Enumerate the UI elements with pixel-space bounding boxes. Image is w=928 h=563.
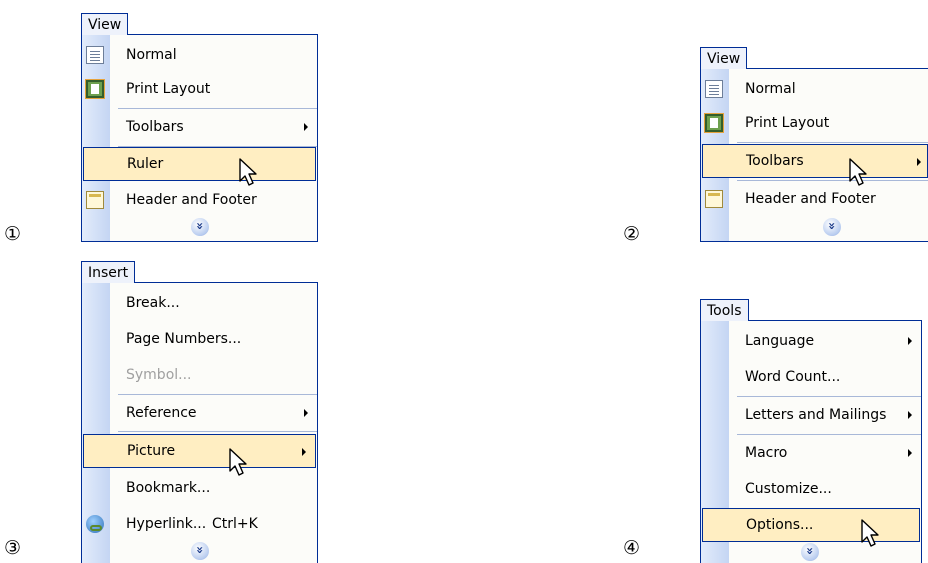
menu-separator — [118, 431, 317, 432]
menu-item-bookmark[interactable]: Bookmark... — [82, 471, 317, 505]
normal-view-icon — [705, 80, 723, 98]
expand-menu-chevron-icon[interactable] — [190, 542, 209, 560]
menu-separator — [118, 394, 317, 395]
menu-item-print-layout[interactable]: Print Layout — [701, 106, 928, 140]
expand-menu-chevron-icon[interactable] — [801, 543, 819, 561]
menu-item-normal[interactable]: Normal — [82, 38, 317, 72]
menu-item-normal[interactable]: Normal — [701, 72, 928, 106]
menu-item-label: Print Layout — [745, 115, 830, 131]
tools-menu-tab[interactable]: Tools — [700, 299, 749, 321]
menu-item-reference[interactable]: Reference — [82, 396, 317, 430]
insert-dropdown-menu: Break... Page Numbers... Symbol... Refer… — [81, 282, 318, 563]
menu-item-label: Customize... — [745, 481, 832, 497]
header-footer-icon — [705, 190, 723, 208]
menu-item-customize[interactable]: Customize... — [701, 472, 921, 506]
menu-item-toolbars[interactable]: Toolbars — [82, 110, 317, 144]
menu-item-header-and-footer[interactable]: Header and Footer — [701, 182, 928, 216]
menu-item-label: Toolbars — [126, 119, 184, 135]
menu-separator — [737, 180, 928, 181]
menu-item-label: Toolbars — [746, 153, 804, 169]
view-menu-tab[interactable]: View — [700, 47, 748, 69]
menu-item-symbol[interactable]: Symbol... — [82, 358, 317, 392]
menu-item-label: Header and Footer — [745, 191, 876, 207]
menu-item-toolbars[interactable]: Toolbars — [702, 144, 928, 178]
menu-item-label: Picture — [127, 443, 176, 459]
menu-item-label: Macro — [745, 445, 788, 461]
menu-item-word-count[interactable]: Word Count... — [701, 360, 921, 394]
tools-dropdown-menu: Language Word Count... Letters and Maili… — [700, 320, 922, 563]
menu-item-label: Page Numbers... — [126, 331, 242, 347]
menu-item-ruler[interactable]: Ruler — [83, 147, 316, 181]
menu-item-language[interactable]: Language — [701, 324, 921, 358]
menu-item-options[interactable]: Options... — [702, 508, 920, 542]
menu-item-label: Bookmark... — [126, 480, 211, 496]
menu-item-label: Normal — [745, 81, 796, 97]
menu-item-label: Reference — [126, 405, 197, 421]
submenu-arrow-icon — [908, 449, 912, 457]
submenu-arrow-icon — [908, 337, 912, 345]
menu-item-break[interactable]: Break... — [82, 286, 317, 320]
menu-item-macro[interactable]: Macro — [701, 436, 921, 470]
menu-item-picture[interactable]: Picture — [83, 434, 316, 468]
menu-separator — [737, 142, 928, 143]
menu-item-label: Hyperlink... — [126, 516, 207, 532]
view-menu-tab[interactable]: View — [81, 13, 129, 35]
hyperlink-icon — [86, 515, 104, 533]
menu-item-label: Symbol... — [126, 367, 192, 383]
menu-item-label: Word Count... — [745, 369, 841, 385]
menu-item-label: Print Layout — [126, 81, 211, 97]
step-number-2: ② — [623, 223, 641, 245]
menu-item-label: Break... — [126, 295, 180, 311]
menu-separator — [737, 434, 921, 435]
expand-menu-chevron-icon[interactable] — [190, 218, 209, 236]
step-number-4: ④ — [623, 537, 641, 559]
view-dropdown-menu: Normal Print Layout Toolbars Header and … — [700, 68, 928, 242]
menu-item-letters-and-mailings[interactable]: Letters and Mailings — [701, 398, 921, 432]
menu-item-label: Ruler — [127, 156, 164, 172]
menu-item-label: Language — [745, 333, 815, 349]
submenu-arrow-icon — [908, 411, 912, 419]
menu-item-header-and-footer[interactable]: Header and Footer — [82, 183, 317, 217]
submenu-arrow-icon — [304, 123, 308, 131]
menu-separator — [737, 396, 921, 397]
menu-item-page-numbers[interactable]: Page Numbers... — [82, 322, 317, 356]
submenu-arrow-icon — [917, 158, 921, 166]
menu-item-label: Options... — [746, 517, 814, 533]
header-footer-icon — [86, 191, 104, 209]
print-layout-icon — [86, 80, 104, 98]
menu-item-hyperlink[interactable]: Hyperlink... Ctrl+K — [82, 507, 317, 541]
normal-view-icon — [86, 46, 104, 64]
expand-menu-chevron-icon[interactable] — [823, 218, 841, 236]
menu-item-label: Normal — [126, 47, 177, 63]
step-number-3: ③ — [4, 537, 22, 559]
view-dropdown-menu: Normal Print Layout Toolbars Ruler Heade… — [81, 34, 318, 242]
submenu-arrow-icon — [302, 448, 306, 456]
menu-item-label: Header and Footer — [126, 192, 257, 208]
menu-item-print-layout[interactable]: Print Layout — [82, 72, 317, 106]
menu-item-label: Letters and Mailings — [745, 407, 887, 423]
print-layout-icon — [705, 114, 723, 132]
menu-item-shortcut: Ctrl+K — [212, 516, 258, 532]
step-number-1: ① — [4, 223, 22, 245]
submenu-arrow-icon — [304, 409, 308, 417]
insert-menu-tab[interactable]: Insert — [81, 261, 136, 283]
menu-separator — [118, 108, 317, 109]
